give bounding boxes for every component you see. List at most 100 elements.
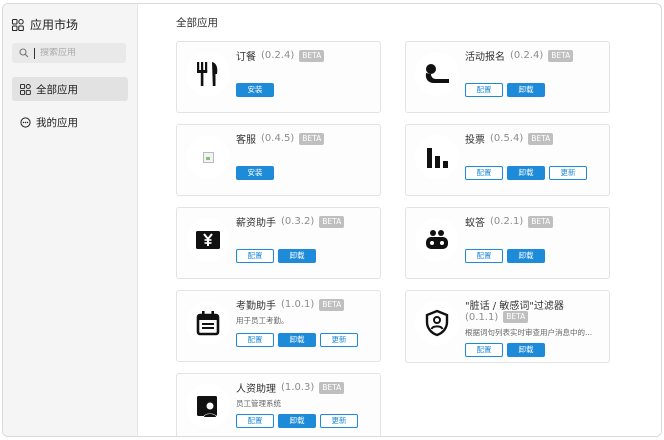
app-actions: 安装 [236,166,274,180]
app-name: 人资助理 [236,384,276,395]
app-icon-wrap [186,135,230,179]
calendar-icon [196,311,220,336]
app-version: (0.2.4) [510,50,544,61]
sidebar-item-label: 全部应用 [36,83,78,96]
beta-badge: BETA [528,132,554,145]
beta-badge: BETA [503,311,529,323]
person-icon [425,64,449,83]
app-name: 活动报名 [465,52,505,63]
install-button[interactable]: 安装 [236,166,274,180]
bottom-fade [438,404,661,436]
app-description: 员工管理系统 [236,399,281,408]
app-actions: 配置 卸载 更新 [236,414,358,428]
sidebar: 应用市场 全部应用 [3,4,138,436]
beta-badge: BETA [528,215,554,228]
configure-button[interactable]: 配置 [236,414,274,428]
update-button[interactable]: 更新 [320,414,358,428]
app-card: 人资助理 (1.0.3) BETA 员工管理系统 配置 卸载 更新 [176,373,381,436]
app-name: 蚁答 [465,218,485,229]
sidebar-item-label: 我的应用 [36,116,78,129]
app-name: 投票 [465,135,485,146]
search-input[interactable] [40,48,120,58]
configure-button[interactable]: 配置 [465,343,503,357]
app-actions: 配置 卸载 [465,343,545,357]
uninstall-button[interactable]: 卸载 [507,83,545,97]
beta-badge: BETA [299,132,325,145]
app-title: "脏话 / 敏感词"过滤器 [465,297,564,312]
uninstall-button[interactable]: 卸载 [278,414,316,428]
app-actions: 配置 卸载 更新 [236,333,358,347]
app-version: (0.2.4) [261,50,295,61]
shield-face-icon [425,309,449,337]
app-actions: 配置 卸载 更新 [465,166,587,180]
app-version: (1.0.3) [281,382,315,393]
sidebar-item-my-apps[interactable]: 我的应用 [12,110,128,134]
app-title: 人资助理 (1.0.3) BETA [236,380,345,395]
app-name: 订餐 [236,52,256,63]
grid-icon [20,83,31,95]
chat-icon [20,116,31,128]
app-card: "脏话 / 敏感词"过滤器 (0.1.1) BETA 根据词句列表实时审查用户消… [405,290,610,363]
search-box[interactable] [12,43,126,63]
brand: 应用市场 [12,16,78,33]
app-card: 蚁答 (0.2.1) BETA 配置 卸载 [405,207,610,279]
app-version: (0.4.5) [261,133,295,144]
search-icon [19,48,29,58]
app-market-icon [12,18,24,31]
app-version: (1.0.1) [281,299,315,310]
app-version: (0.3.2) [281,216,315,227]
app-title: 蚁答 (0.2.1) BETA [465,214,554,229]
app-title: 活动报名 (0.2.4) BETA [465,48,574,63]
yen-icon [196,231,220,249]
sidebar-item-all-apps[interactable]: 全部应用 [12,77,128,101]
app-title: 投票 (0.5.4) BETA [465,131,554,146]
uninstall-button[interactable]: 卸载 [507,343,545,357]
app-card: 客服 (0.4.5) BETA 安装 [176,124,381,196]
page-title: 全部应用 [176,17,218,29]
app-card: 活动报名 (0.2.4) BETA 配置 卸载 [405,41,610,113]
app-icon-wrap [186,301,230,345]
uninstall-button[interactable]: 卸载 [507,249,545,263]
ant-icon [426,230,448,249]
beta-badge: BETA [319,381,345,394]
configure-button[interactable]: 配置 [465,249,503,263]
configure-button[interactable]: 配置 [465,83,503,97]
uninstall-button[interactable]: 卸载 [507,166,545,180]
app-description: 用于员工考勤。 [236,316,289,325]
beta-badge: BETA [319,215,345,228]
app-version: (0.1.1) [465,311,499,323]
app-actions: 配置 卸载 [465,83,545,97]
configure-button[interactable]: 配置 [236,333,274,347]
configure-button[interactable]: 配置 [465,166,503,180]
app-window: 应用市场 全部应用 [2,3,662,437]
app-title: 客服 (0.4.5) BETA [236,131,325,146]
app-icon-wrap [186,384,230,428]
text-cursor [34,47,35,59]
app-card: 薪资助手 (0.3.2) BETA 配置 卸载 [176,207,381,279]
app-icon-wrap [415,52,459,96]
uninstall-button[interactable]: 卸载 [278,333,316,347]
app-name: 考勤助手 [236,301,276,312]
uninstall-button[interactable]: 卸载 [278,249,316,263]
app-name: 薪资助手 [236,218,276,229]
app-actions: 配置 卸载 [465,249,545,263]
app-name: "脏话 / 敏感词"过滤器 [465,301,564,312]
configure-button[interactable]: 配置 [236,249,274,263]
broken-image-icon [202,151,214,163]
app-card: 订餐 (0.2.4) BETA 安装 [176,41,381,113]
install-button[interactable]: 安装 [236,83,274,97]
app-icon-wrap [415,301,459,345]
update-button[interactable]: 更新 [320,333,358,347]
employee-badge-icon [197,396,217,418]
app-actions: 配置 卸载 [236,249,316,263]
beta-badge: BETA [319,298,345,311]
app-title: 订餐 (0.2.4) BETA [236,48,325,63]
bar-chart-icon [427,148,448,168]
app-version: (0.2.1) [490,216,524,227]
app-title: 薪资助手 (0.3.2) BETA [236,214,345,229]
beta-badge: BETA [548,49,574,62]
update-button[interactable]: 更新 [549,166,587,180]
app-icon-wrap [186,218,230,262]
app-version: (0.5.4) [490,133,524,144]
main-content: 全部应用 订餐 (0.2.4) BETA 安装 活动报名 (0.2.4) BET… [138,4,661,436]
